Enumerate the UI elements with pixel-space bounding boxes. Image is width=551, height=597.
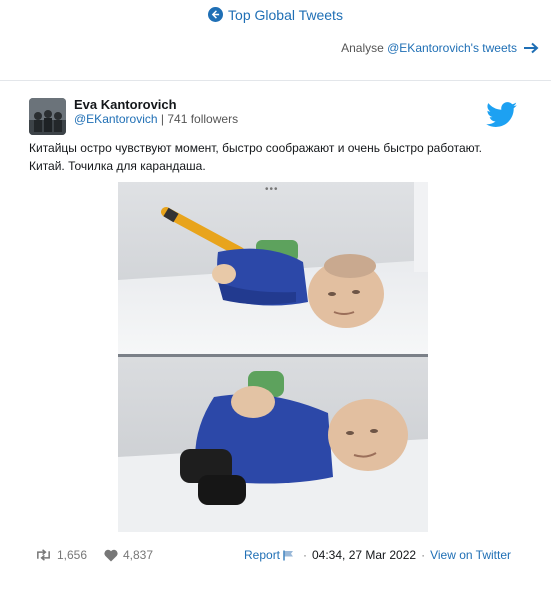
twitter-bird-icon[interactable] xyxy=(486,102,518,128)
author-meta: @EKantorovich | 741 followers xyxy=(74,112,238,126)
tweet-card: Eva Kantorovich @EKantorovich | 741 foll… xyxy=(0,81,551,597)
tweet-text-line-1: Китайцы остро чувствуют момент, быстро с… xyxy=(29,141,482,155)
separator-dot: · xyxy=(303,548,307,562)
top-global-tweets-link[interactable]: Top Global Tweets xyxy=(208,7,343,23)
tweet-timestamp: 04:34, 27 Mar 2022 xyxy=(312,548,417,562)
arrow-right-icon xyxy=(524,42,539,54)
top-global-tweets-label: Top Global Tweets xyxy=(228,6,343,23)
report-link[interactable]: Report xyxy=(244,548,294,562)
media-more-icon[interactable]: ••• xyxy=(265,184,279,195)
followers-count: 741 followers xyxy=(167,112,239,126)
like-count: 4,837 xyxy=(123,548,154,562)
author-handle[interactable]: @EKantorovich xyxy=(74,112,158,126)
arrow-left-circle-icon xyxy=(208,7,224,22)
retweet-count: 1,656 xyxy=(57,548,88,562)
separator-dot: · xyxy=(421,548,426,562)
tweet-meta-line: · 04:34, 27 Mar 2022 · View on Twitter xyxy=(298,548,511,562)
tweet-text: Китайцы остро чувствуют момент, быстро с… xyxy=(29,139,529,175)
tweet-footer: 1,656 4,837 Report · 04:34, 27 Mar 2022 … xyxy=(0,548,551,566)
report-label: Report xyxy=(244,548,281,562)
meta-separator: | xyxy=(157,112,168,126)
flag-icon xyxy=(283,550,294,560)
analyse-link[interactable]: Analyse @EKantorovich's tweets xyxy=(341,41,539,55)
media-photo-bottom xyxy=(118,357,428,532)
view-on-twitter-link[interactable]: View on Twitter xyxy=(430,548,511,562)
retweet-icon xyxy=(37,549,50,561)
retweet-button[interactable]: 1,656 xyxy=(35,548,87,562)
author-name[interactable]: Eva Kantorovich xyxy=(74,97,177,112)
heart-icon xyxy=(104,549,118,561)
media-photo-top xyxy=(118,182,428,354)
tweet-text-line-2: Китай. Точилка для карандаша. xyxy=(29,159,206,173)
top-nav: Top Global Tweets xyxy=(0,6,551,24)
like-button[interactable]: 4,837 xyxy=(104,548,153,562)
analyse-label: Analyse @EKantorovich's tweets xyxy=(341,41,517,55)
tweet-media[interactable]: ••• xyxy=(118,182,428,532)
avatar[interactable] xyxy=(29,98,66,135)
